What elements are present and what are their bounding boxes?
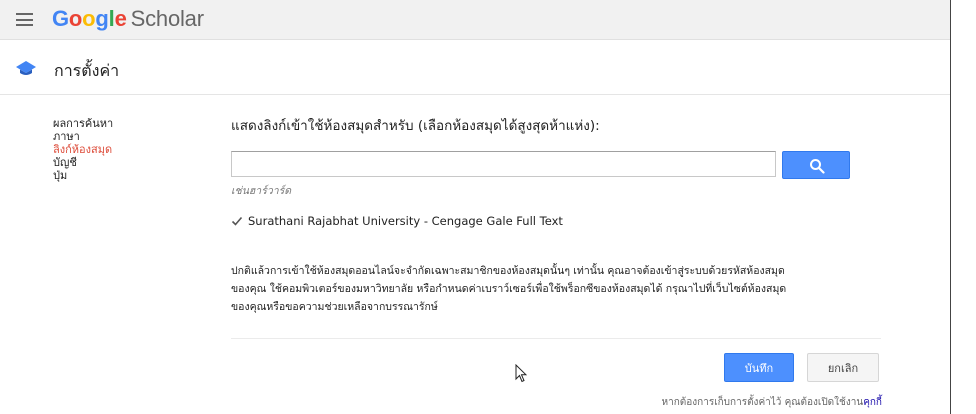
sidebar-item-button[interactable]: ปุ่ม [53, 169, 113, 182]
logo-letter: e [114, 6, 127, 31]
sidebar-item-account[interactable]: บัญชี [53, 156, 113, 169]
top-bar: Google Scholar [0, 0, 950, 40]
settings-header: การตั้งค่า [0, 41, 950, 95]
sidebar-item-results[interactable]: ผลการค้นหา [53, 117, 113, 130]
logo-letter: o [82, 6, 96, 31]
search-icon [810, 159, 825, 174]
scholar-wordmark: Scholar [130, 6, 204, 31]
mouse-cursor-icon [515, 364, 527, 383]
save-button[interactable]: บันทึก [724, 353, 794, 382]
graduation-cap-icon [16, 61, 36, 75]
library-label: Surathani Rajabhat University - Cengage … [248, 214, 563, 228]
section-divider [231, 338, 881, 339]
notice-line: ของคุณ ใช้คอมพิวเตอร์ของมหาวิทยาลัย หรือ… [231, 283, 787, 295]
page-title: การตั้งค่า [54, 61, 120, 80]
cancel-button[interactable]: ยกเลิก [807, 353, 879, 382]
section-heading: แสดงลิงก์เข้าใช้ห้องสมุดสำหรับ (เลือกห้อ… [231, 118, 600, 134]
checkmark-icon[interactable] [231, 215, 243, 227]
logo-letter: g [95, 6, 109, 31]
search-button[interactable] [782, 151, 850, 179]
settings-sidebar: ผลการค้นหา ภาษา ลิงก์ห้องสมุด บัญชี ปุ่ม [53, 117, 113, 182]
google-wordmark: Google [52, 6, 127, 31]
menu-icon[interactable] [16, 13, 33, 26]
library-links-section: แสดงลิงก์เข้าใช้ห้องสมุดสำหรับ (เลือกห้อ… [231, 114, 881, 136]
sidebar-item-language[interactable]: ภาษา [53, 130, 113, 143]
logo-letter: o [68, 6, 83, 31]
window-edge-divider [950, 0, 951, 414]
sidebar-item-library-links[interactable]: ลิงก์ห้องสมุด [53, 143, 113, 156]
library-checkbox-row[interactable]: Surathani Rajabhat University - Cengage … [231, 214, 563, 228]
cookie-notice: หากต้องการเก็บการตั้งค่าไว้ คุณต้องเปิดใ… [662, 395, 882, 410]
search-example-hint: เช่นฮาร์วาร์ด [231, 185, 292, 197]
library-search-input[interactable] [231, 151, 776, 177]
cookie-notice-text: หากต้องการเก็บการตั้งค่าไว้ คุณต้องเปิดใ… [661, 397, 864, 408]
google-scholar-logo[interactable]: Google Scholar [52, 5, 204, 33]
cookies-link[interactable]: คุกกี้ [863, 397, 882, 408]
notice-line: ปกติแล้วการเข้าใช้ห้องสมุดออนไลน์จะจำกัด… [231, 265, 785, 277]
logo-letter: G [52, 6, 69, 31]
library-access-notice: ปกติแล้วการเข้าใช้ห้องสมุดออนไลน์จะจำกัด… [231, 262, 881, 316]
notice-line: ของคุณหรือขอความช่วยเหลือจากบรรณารักษ์ [231, 301, 438, 313]
